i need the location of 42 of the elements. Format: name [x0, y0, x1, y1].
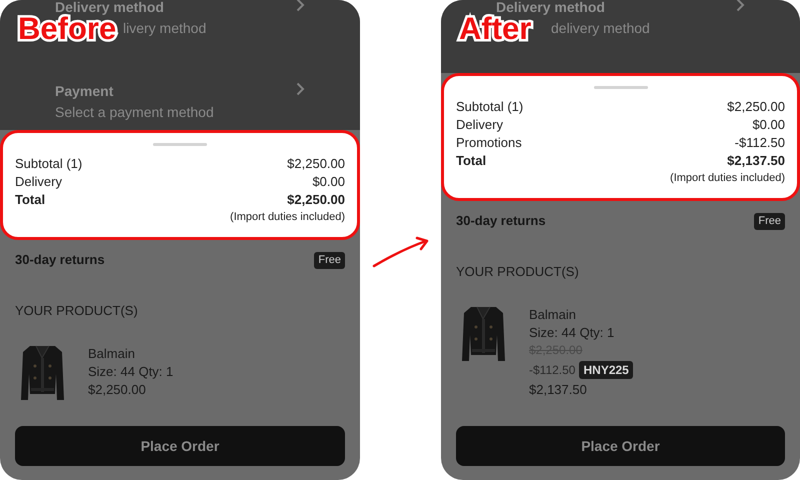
summary-label: Total [456, 152, 486, 170]
section-subtitle: livery method [123, 19, 206, 38]
summary-value: $0.00 [312, 173, 345, 192]
product-brand: Balmain [88, 345, 135, 363]
summary-label: Promotions [456, 134, 522, 152]
section-subtitle: Select a payment method [55, 103, 214, 122]
duties-note: (Import duties included) [230, 210, 345, 225]
summary-label: Subtotal (1) [15, 155, 82, 174]
promo-code-badge: HNY225 [579, 361, 633, 379]
summary-value: $2,250.00 [727, 98, 785, 116]
summary-value: $2,137.50 [727, 152, 785, 170]
chevron-right-icon [296, 82, 305, 96]
drag-handle[interactable] [594, 86, 648, 89]
summary-value: -$112.50 [734, 134, 785, 152]
discount-amount: -$112.50 [529, 362, 576, 379]
chevron-right-icon [736, 0, 745, 12]
summary-value: $0.00 [752, 116, 785, 134]
summary-value: $2,250.00 [287, 191, 345, 210]
section-heading: YOUR PRODUCT(S) [455, 263, 580, 281]
summary-label: Subtotal (1) [456, 98, 524, 116]
product-price: $2,137.50 [529, 381, 587, 399]
place-order-button[interactable]: Place Order [15, 426, 345, 466]
free-badge: Free [314, 252, 345, 268]
drag-handle[interactable] [153, 143, 207, 146]
free-badge: Free [754, 212, 785, 230]
section-subtitle: delivery method [551, 19, 650, 38]
section-heading: YOUR PRODUCT(S) [14, 302, 139, 320]
summary-label: Total [15, 191, 46, 210]
summary-label: Delivery [15, 173, 62, 192]
returns-label: 30-day returns [15, 251, 105, 270]
section-title: Payment [55, 82, 114, 100]
duties-note: (Import duties included) [670, 171, 785, 186]
chevron-right-icon [296, 0, 305, 12]
product-brand: Balmain [529, 306, 576, 324]
product-price: $2,250.00 [88, 381, 146, 399]
product-details: Size: 44 Qty: 1 [88, 363, 174, 381]
summary-label: Delivery [456, 116, 503, 134]
product-details: Size: 44 Qty: 1 [529, 324, 614, 342]
place-order-button[interactable]: Place Order [456, 426, 785, 466]
returns-label: 30-day returns [456, 212, 546, 230]
arrow-icon [370, 236, 430, 270]
summary-value: $2,250.00 [287, 155, 345, 174]
